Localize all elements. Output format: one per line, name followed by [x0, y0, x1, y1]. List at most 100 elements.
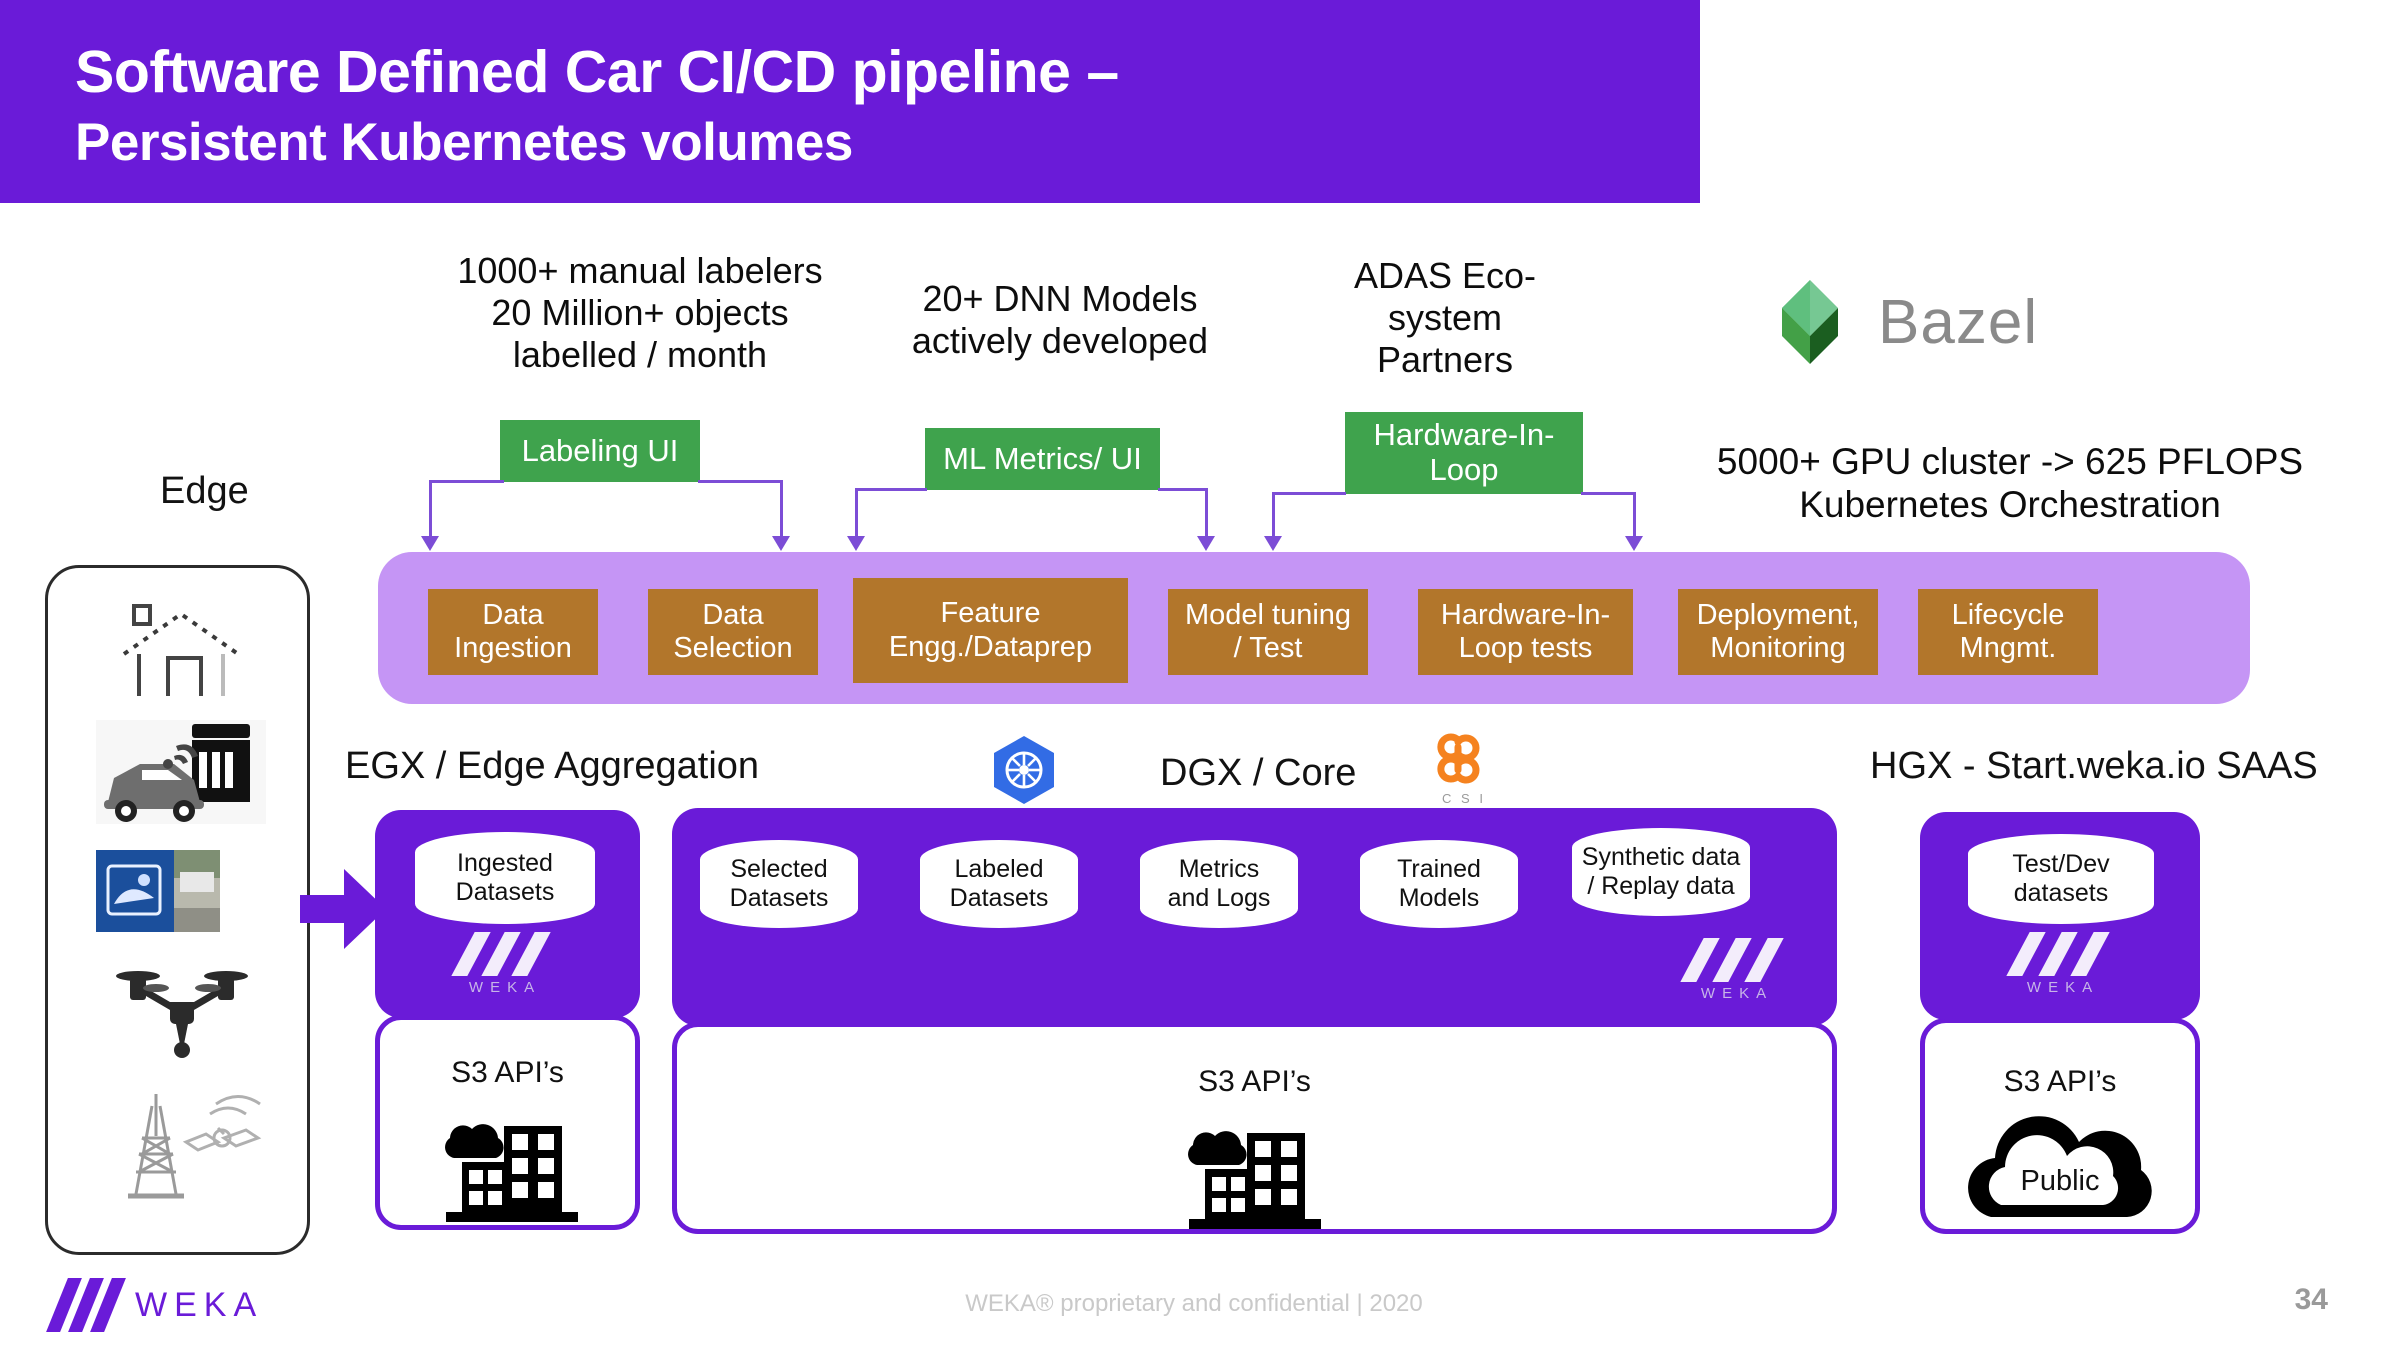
pipeline-stage-lifecycle[interactable]: Lifecycle Mngmt. [1918, 589, 2098, 675]
smart-home-icon [106, 596, 256, 711]
section-label-egx: EGX / Edge Aggregation [345, 745, 760, 787]
annotation-line: 5000+ GPU cluster -> 625 PFLOPS [1716, 441, 2304, 482]
datacenter-building-icon [1188, 1131, 1321, 1229]
pipeline-stage-feature-engg[interactable]: Feature Engg./Dataprep [853, 578, 1128, 683]
pipeline-stage-hil-tests[interactable]: Hardware-In- Loop tests [1418, 589, 1633, 675]
annotation-line: 1000+ manual labelers [457, 250, 823, 291]
weka-watermark-text: WEKA [1700, 985, 1774, 1002]
dataset-label: Selected Datasets [729, 854, 829, 913]
connector-arrowhead [1264, 536, 1282, 551]
connector-arrowhead [772, 536, 790, 551]
annotation-line: actively developed [911, 320, 1209, 362]
annotation-line: 20+ DNN Models [922, 278, 1198, 319]
page-title-line2: Persistent Kubernetes volumes [75, 113, 853, 172]
core-weka-panel: Selected Datasets Labeled Datasets Metrics… [672, 808, 1837, 1026]
stage-label: Hardware-In- Loop tests [1440, 598, 1611, 664]
connector-arrowhead [847, 536, 865, 551]
weka-mark [2000, 932, 2126, 976]
connector-segment [1158, 488, 1208, 491]
dataset-cylinder-trained-models[interactable]: Trained Models [1360, 840, 1518, 928]
connected-car-icon [96, 716, 266, 833]
edge-devices-card [45, 565, 310, 1255]
edge-weka-panel: Ingested Datasets WEKA [375, 810, 640, 1018]
pipeline-stage-data-ingestion[interactable]: Data Ingestion [428, 589, 598, 675]
pipeline-stage-model-tuning[interactable]: Model tuning / Test [1168, 589, 1368, 675]
stage-label: Feature Engg./Dataprep [888, 597, 1093, 663]
connector-segment [698, 480, 783, 483]
dataset-label: Labeled Datasets [949, 854, 1049, 913]
annotation-line: 20 Million+ objects [491, 292, 789, 334]
weka-watermark: WEKA [2000, 932, 2126, 996]
cell-tower-satellite-icon [106, 1076, 266, 1211]
stage-label: Deployment, Monitoring [1696, 598, 1860, 664]
connector-segment [780, 480, 783, 538]
connector-arrowhead [421, 536, 439, 551]
connector-segment [1633, 492, 1636, 538]
pipeline-stage-data-selection[interactable]: Data Selection [648, 589, 818, 675]
dataset-label: Synthetic data / Replay data [1581, 842, 1741, 901]
dataset-cylinder-synthetic[interactable]: Synthetic data / Replay data [1572, 828, 1750, 916]
core-s3-label: S3 API’s [1198, 1065, 1311, 1098]
csi-icon: C S I [1428, 730, 1500, 806]
drone-icon [108, 958, 258, 1073]
tool-box-labeling-ui[interactable]: Labeling UI [500, 420, 700, 482]
cloud-s3-panel: S3 API’s Public [1920, 1018, 2200, 1234]
connector-arrowhead [1625, 536, 1643, 551]
cloud-weka-panel: Test/Dev datasets WEKA [1920, 812, 2200, 1020]
stage-label: Lifecycle Mngmt. [1951, 598, 2065, 664]
section-label-dgx: DGX / Core [1160, 752, 1357, 794]
dataset-cylinder-metrics[interactable]: Metrics and Logs [1140, 840, 1298, 928]
connector-arrowhead [1197, 536, 1215, 551]
public-cloud-label: Public [2020, 1165, 2100, 1197]
weka-watermark: WEKA [445, 932, 565, 996]
bazel-logo: Bazel [1760, 272, 2038, 372]
annotation-dnn-models: 20+ DNN Models actively developed [880, 278, 1240, 362]
weka-watermark-text: WEKA [2026, 979, 2100, 996]
tool-box-ml-metrics[interactable]: ML Metrics/ UI [925, 428, 1160, 490]
edge-s3-label: S3 API’s [451, 1056, 564, 1089]
annotation-line: system [1387, 297, 1502, 339]
weka-mark [1672, 938, 1802, 982]
tool-label: Hardware-In- Loop [1373, 417, 1555, 487]
connector-segment [1272, 492, 1346, 495]
weka-watermark-text: WEKA [468, 979, 542, 996]
weka-watermark: WEKA [1672, 938, 1802, 1002]
core-s3-panel: S3 API’s [672, 1022, 1837, 1234]
connector-segment [1272, 492, 1275, 538]
connector-segment [1205, 488, 1208, 538]
pipeline-stage-deployment[interactable]: Deployment, Monitoring [1678, 589, 1878, 675]
weka-logo: WEKA [46, 1278, 263, 1332]
dataset-label: Test/Dev datasets [2012, 849, 2110, 908]
cloud-s3-label: S3 API’s [2003, 1065, 2117, 1098]
dataset-cylinder-selected[interactable]: Selected Datasets [700, 840, 858, 928]
stage-label: Data Ingestion [454, 598, 572, 664]
slide-header: Software Defined Car CI/CD pipeline – Pe… [0, 0, 1700, 203]
weka-mark [46, 1278, 126, 1332]
tool-label: Labeling UI [521, 432, 679, 468]
connector-segment [429, 480, 504, 483]
annotation-line: Partners [1376, 339, 1514, 381]
bazel-wordmark: Bazel [1878, 287, 2039, 357]
annotation-line: labelled / month [512, 334, 768, 376]
connector-segment [429, 480, 432, 538]
page-title-line1: Software Defined Car CI/CD pipeline – [75, 39, 1119, 105]
section-label-edge: Edge [160, 470, 249, 512]
section-label-hgx: HGX - Start.weka.io SAAS [1870, 745, 2318, 787]
tool-box-hardware-in-loop[interactable]: Hardware-In- Loop [1345, 412, 1583, 494]
dataset-cylinder-labeled[interactable]: Labeled Datasets [920, 840, 1078, 928]
annotation-line: Kubernetes Orchestration [1799, 484, 2221, 526]
tool-label: ML Metrics/ UI [943, 440, 1142, 476]
page-number: 34 [2294, 1283, 2328, 1316]
dataset-cylinder-ingested[interactable]: Ingested Datasets [415, 832, 595, 924]
footer-confidentiality-note: WEKA® proprietary and confidential | 202… [965, 1290, 1423, 1317]
annotation-line: ADAS Eco- [1353, 255, 1537, 296]
stage-label: Data Selection [673, 598, 793, 664]
connector-segment [855, 488, 927, 491]
pipeline-band: Data Ingestion Data Selection Feature Engg.… [378, 552, 2250, 704]
connector-segment [1581, 492, 1636, 495]
dataset-cylinder-test-dev[interactable]: Test/Dev datasets [1968, 834, 2154, 924]
dataset-label: Ingested Datasets [455, 848, 555, 907]
weka-mark [445, 932, 565, 976]
connector-segment [855, 488, 858, 538]
dataset-label: Trained Models [1397, 854, 1481, 913]
